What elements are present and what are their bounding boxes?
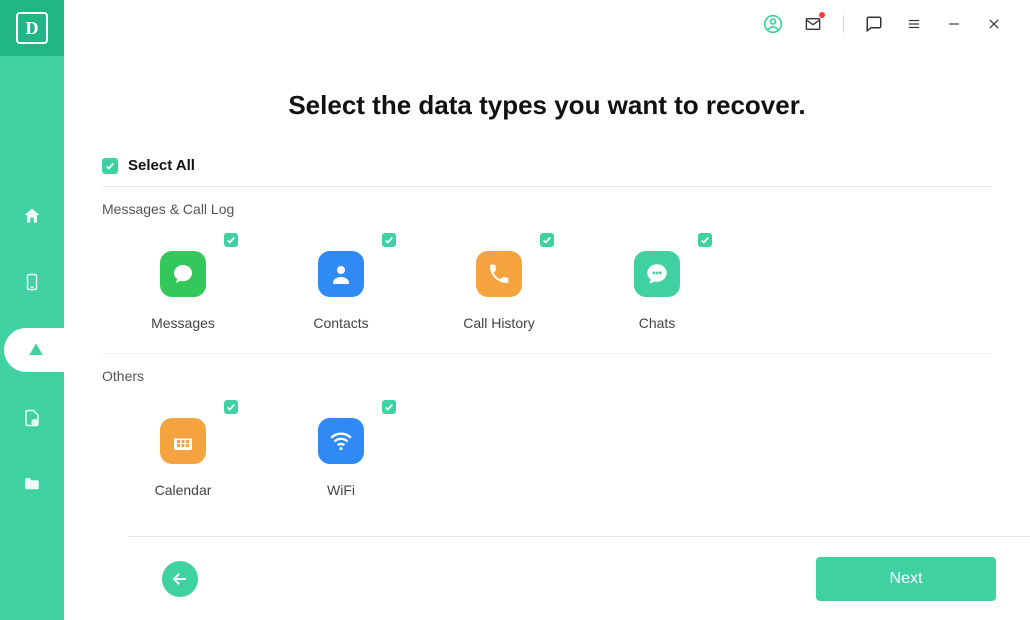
check-icon bbox=[226, 235, 236, 245]
caption-wifi: WiFi bbox=[327, 482, 355, 498]
sidebar-item-home[interactable] bbox=[0, 196, 64, 236]
arrow-left-icon bbox=[171, 570, 189, 588]
checkbox-contacts[interactable] bbox=[382, 233, 396, 247]
page-title: Select the data types you want to recove… bbox=[102, 90, 992, 121]
notification-dot-icon bbox=[819, 12, 825, 18]
tile-messages bbox=[160, 251, 206, 297]
file-alert-icon: ! bbox=[23, 408, 41, 428]
footer: Next bbox=[128, 536, 1030, 620]
next-button[interactable]: Next bbox=[816, 557, 996, 601]
check-icon bbox=[700, 235, 710, 245]
check-icon bbox=[542, 235, 552, 245]
caption-calendar: Calendar bbox=[155, 482, 212, 498]
caption-messages: Messages bbox=[151, 315, 215, 331]
feedback-button[interactable] bbox=[864, 14, 884, 34]
cloud-drive-icon bbox=[26, 340, 46, 360]
checkbox-call-history[interactable] bbox=[540, 233, 554, 247]
caption-call-history: Call History bbox=[463, 315, 535, 331]
section-title-others: Others bbox=[102, 368, 992, 384]
person-icon bbox=[329, 262, 353, 286]
check-icon bbox=[226, 402, 236, 412]
select-all-checkbox[interactable] bbox=[102, 158, 118, 174]
sidebar-item-file-alert[interactable]: ! bbox=[0, 398, 64, 438]
close-icon bbox=[987, 17, 1001, 31]
phone-device-icon bbox=[23, 272, 41, 292]
svg-text:!: ! bbox=[34, 421, 35, 427]
card-calendar[interactable]: Calendar bbox=[128, 400, 238, 498]
section-row-messages: Messages Contacts Call History bbox=[102, 229, 992, 354]
section-title-messages: Messages & Call Log bbox=[102, 201, 992, 217]
card-contacts[interactable]: Contacts bbox=[286, 233, 396, 331]
close-button[interactable] bbox=[984, 14, 1004, 34]
calendar-icon bbox=[171, 429, 195, 453]
tile-calendar bbox=[160, 418, 206, 464]
speech-bubble-icon bbox=[171, 262, 195, 286]
main-panel: Select the data types you want to recove… bbox=[64, 0, 1030, 620]
account-icon bbox=[763, 14, 783, 34]
select-all-row[interactable]: Select All bbox=[102, 157, 992, 187]
select-all-label: Select All bbox=[128, 157, 195, 174]
minimize-icon bbox=[947, 17, 961, 31]
home-icon bbox=[22, 206, 42, 226]
check-icon bbox=[384, 235, 394, 245]
app-logo: D bbox=[0, 0, 64, 56]
content: Select the data types you want to recove… bbox=[64, 48, 1030, 620]
tile-wifi bbox=[318, 418, 364, 464]
card-messages[interactable]: Messages bbox=[128, 233, 238, 331]
card-call-history[interactable]: Call History bbox=[444, 233, 554, 331]
check-icon bbox=[384, 402, 394, 412]
chat-dots-icon bbox=[644, 261, 670, 287]
menu-icon bbox=[905, 17, 923, 31]
titlebar bbox=[64, 0, 1030, 48]
card-wifi[interactable]: WiFi bbox=[286, 400, 396, 498]
wifi-icon bbox=[328, 428, 354, 454]
sidebar: D ! bbox=[0, 0, 64, 620]
sidebar-item-phone[interactable] bbox=[0, 262, 64, 302]
tile-contacts bbox=[318, 251, 364, 297]
back-button[interactable] bbox=[162, 561, 198, 597]
sidebar-item-folder[interactable] bbox=[0, 464, 64, 504]
tile-call-history bbox=[476, 251, 522, 297]
checkbox-messages[interactable] bbox=[224, 233, 238, 247]
mail-icon bbox=[803, 16, 823, 32]
folder-icon bbox=[22, 475, 42, 493]
separator bbox=[843, 15, 844, 33]
section-row-others: Calendar WiFi bbox=[102, 396, 992, 520]
feedback-icon bbox=[865, 15, 883, 33]
caption-contacts: Contacts bbox=[313, 315, 368, 331]
check-icon bbox=[105, 161, 115, 171]
sidebar-item-cloud[interactable] bbox=[4, 328, 68, 372]
app-logo-letter: D bbox=[16, 12, 48, 44]
phone-icon bbox=[487, 262, 511, 286]
tile-chats bbox=[634, 251, 680, 297]
minimize-button[interactable] bbox=[944, 14, 964, 34]
menu-button[interactable] bbox=[904, 14, 924, 34]
checkbox-wifi[interactable] bbox=[382, 400, 396, 414]
card-chats[interactable]: Chats bbox=[602, 233, 712, 331]
account-button[interactable] bbox=[763, 14, 783, 34]
checkbox-chats[interactable] bbox=[698, 233, 712, 247]
checkbox-calendar[interactable] bbox=[224, 400, 238, 414]
mail-button[interactable] bbox=[803, 14, 823, 34]
caption-chats: Chats bbox=[639, 315, 676, 331]
